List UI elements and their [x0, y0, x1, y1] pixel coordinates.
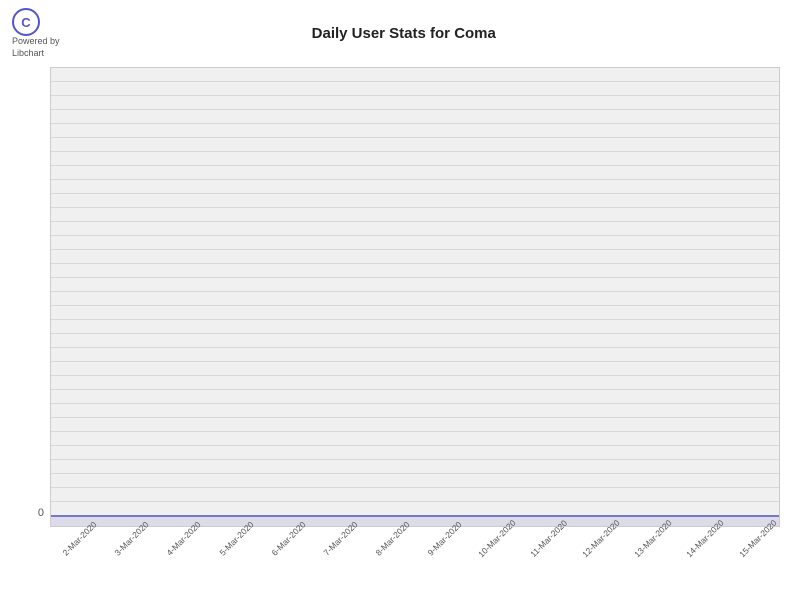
chart-plot-area [50, 67, 780, 527]
x-tick-4: 5-Mar-2020 [206, 533, 258, 545]
y-label-zero: 0 [38, 507, 44, 519]
x-tick-13: 14-Mar-2020 [676, 533, 728, 545]
x-tick-10: 11-Mar-2020 [519, 533, 571, 545]
powered-by-label: Powered by Libchart [12, 36, 60, 59]
x-tick-1: 2-Mar-2020 [50, 533, 102, 545]
x-tick-14: 15-Mar-2020 [728, 533, 780, 545]
chart-header: C Powered by Libchart Daily User Stats f… [0, 0, 800, 67]
chart-container: 0 [10, 67, 790, 557]
svg-text:C: C [21, 15, 31, 30]
y-axis: 0 [10, 67, 50, 527]
x-tick-8: 9-Mar-2020 [415, 533, 467, 545]
libchart-logo-icon: C [12, 8, 40, 36]
x-tick-3: 4-Mar-2020 [154, 533, 206, 545]
x-tick-6: 7-Mar-2020 [311, 533, 363, 545]
grid-svg [51, 68, 779, 526]
x-tick-11: 12-Mar-2020 [571, 533, 623, 545]
chart-title: Daily User Stats for Coma [60, 25, 788, 42]
x-tick-12: 13-Mar-2020 [624, 533, 676, 545]
x-axis-labels: 2-Mar-2020 3-Mar-2020 4-Mar-2020 5-Mar-2… [50, 527, 780, 587]
logo-area: C Powered by Libchart [12, 8, 60, 59]
x-tick-2: 3-Mar-2020 [102, 533, 154, 545]
x-tick-9: 10-Mar-2020 [467, 533, 519, 545]
x-tick-7: 8-Mar-2020 [363, 533, 415, 545]
x-tick-5: 6-Mar-2020 [259, 533, 311, 545]
page-wrapper: C Powered by Libchart Daily User Stats f… [0, 0, 800, 557]
